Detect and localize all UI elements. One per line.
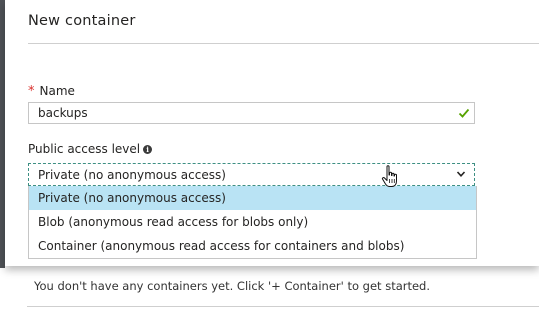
option-container[interactable]: Container (anonymous read access for con… bbox=[29, 234, 476, 258]
azure-portal-view: You don't have any containers yet. Click… bbox=[0, 0, 539, 323]
container-name-value[interactable]: backups bbox=[38, 106, 88, 120]
select-current-value: Private (no anonymous access) bbox=[38, 168, 226, 182]
empty-containers-message: You don't have any containers yet. Click… bbox=[34, 279, 431, 293]
hand-pointer-cursor-icon bbox=[381, 165, 397, 187]
option-blob[interactable]: Blob (anonymous read access for blobs on… bbox=[29, 210, 476, 234]
public-access-level-label: Public access level i bbox=[28, 142, 153, 156]
list-divider bbox=[27, 306, 539, 307]
public-access-level-select[interactable]: Private (no anonymous access) bbox=[28, 163, 475, 186]
access-level-dropdown-list: Private (no anonymous access) Blob (anon… bbox=[28, 186, 477, 259]
blade-title: New container bbox=[28, 13, 136, 29]
access-label-text: Public access level bbox=[28, 142, 141, 156]
new-container-blade: New container * Name backups Public acces… bbox=[5, 0, 539, 266]
name-field-label: * Name bbox=[28, 84, 75, 99]
title-divider bbox=[28, 43, 539, 44]
required-marker: * bbox=[28, 84, 35, 99]
option-private[interactable]: Private (no anonymous access) bbox=[29, 186, 476, 210]
info-icon[interactable]: i bbox=[143, 145, 153, 154]
checkmark-icon bbox=[458, 108, 470, 118]
container-name-input[interactable]: backups bbox=[28, 102, 475, 124]
name-label-text: Name bbox=[39, 84, 75, 98]
chevron-down-icon[interactable] bbox=[456, 169, 466, 179]
